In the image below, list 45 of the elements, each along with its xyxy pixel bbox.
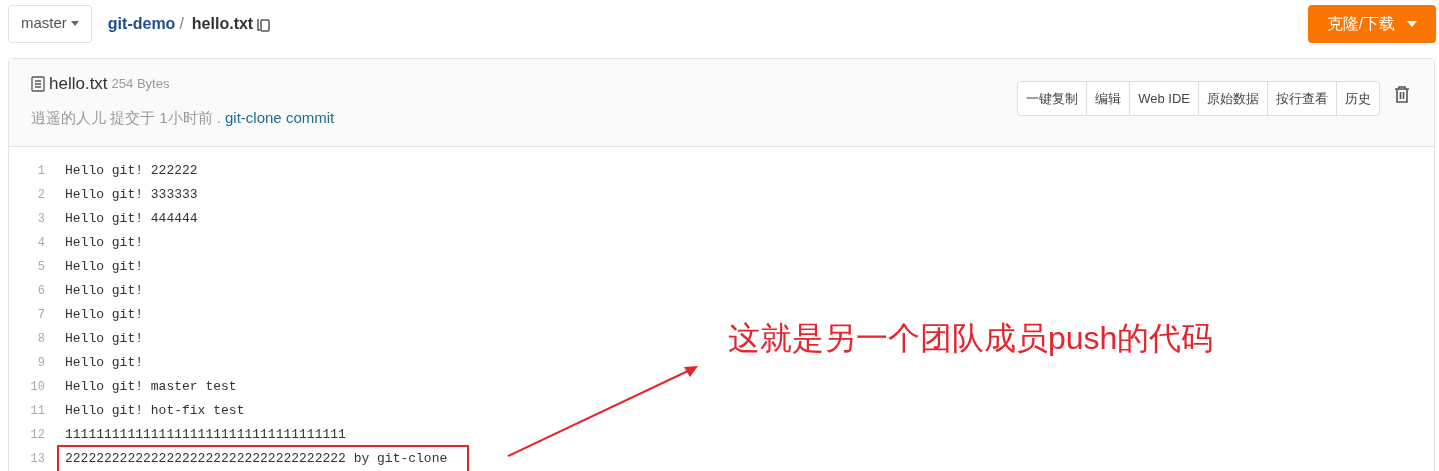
- file-title: hello.txt: [49, 73, 108, 95]
- code-line: Hello git! 333333: [64, 186, 199, 205]
- line-number: 8: [36, 331, 46, 348]
- code-line: 111111111111111111111111111111111111: [64, 426, 347, 445]
- line-number: 3: [36, 211, 46, 228]
- code-line: Hello git!: [64, 330, 144, 349]
- line-number: 12: [29, 427, 46, 444]
- trash-icon[interactable]: [1394, 86, 1410, 104]
- line-number: 1: [36, 163, 46, 180]
- file-action-button[interactable]: 按行查看: [1267, 82, 1336, 115]
- code-line: Hello git!: [64, 234, 144, 253]
- code-line: Hello git!: [64, 282, 144, 301]
- file-action-button[interactable]: 原始数据: [1198, 82, 1267, 115]
- caret-icon: [1407, 20, 1418, 27]
- repo-link[interactable]: git-demo: [107, 11, 176, 36]
- code-line: Hello git! master test: [64, 378, 238, 397]
- line-number: 11: [29, 403, 46, 420]
- file-name: hello.txt: [191, 13, 254, 34]
- file-action-button[interactable]: Web IDE: [1129, 82, 1198, 115]
- branch-dropdown[interactable]: master: [8, 4, 92, 43]
- file-action-button[interactable]: 编辑: [1086, 82, 1130, 115]
- file-action-button[interactable]: 一键复制: [1018, 82, 1087, 115]
- code-line: Hello git! 222222: [64, 162, 199, 181]
- line-number: 13: [29, 451, 46, 468]
- code-line: Hello git! hot-fix test: [64, 402, 246, 421]
- line-number: 10: [29, 379, 46, 396]
- line-number: 6: [36, 283, 46, 300]
- commit-info: 逍遥的人儿 提交于 1小时前 .: [31, 107, 221, 128]
- breadcrumb-separator: /: [179, 13, 184, 34]
- file-icon: [31, 75, 45, 92]
- file-action-button[interactable]: 历史: [1336, 82, 1379, 115]
- code-line: Hello git!: [64, 354, 144, 373]
- line-number: 4: [36, 235, 46, 252]
- file-size: 254 Bytes: [111, 75, 170, 93]
- code-line: Hello git! 444444: [64, 210, 199, 229]
- commit-link[interactable]: git-clone commit: [225, 106, 335, 129]
- annotation-text: 这就是另一个团队成员push的代码: [728, 319, 1214, 358]
- line-number: 7: [36, 307, 46, 324]
- code-line: Hello git!: [64, 258, 144, 277]
- code-line: Hello git!: [64, 306, 144, 325]
- line-number: 2: [36, 187, 46, 204]
- line-number: 9: [36, 355, 46, 372]
- caret-icon: [70, 21, 79, 26]
- line-number: 5: [36, 259, 46, 276]
- code-line: 222222222222222222222222222222222222 by git-clone: [59, 447, 468, 471]
